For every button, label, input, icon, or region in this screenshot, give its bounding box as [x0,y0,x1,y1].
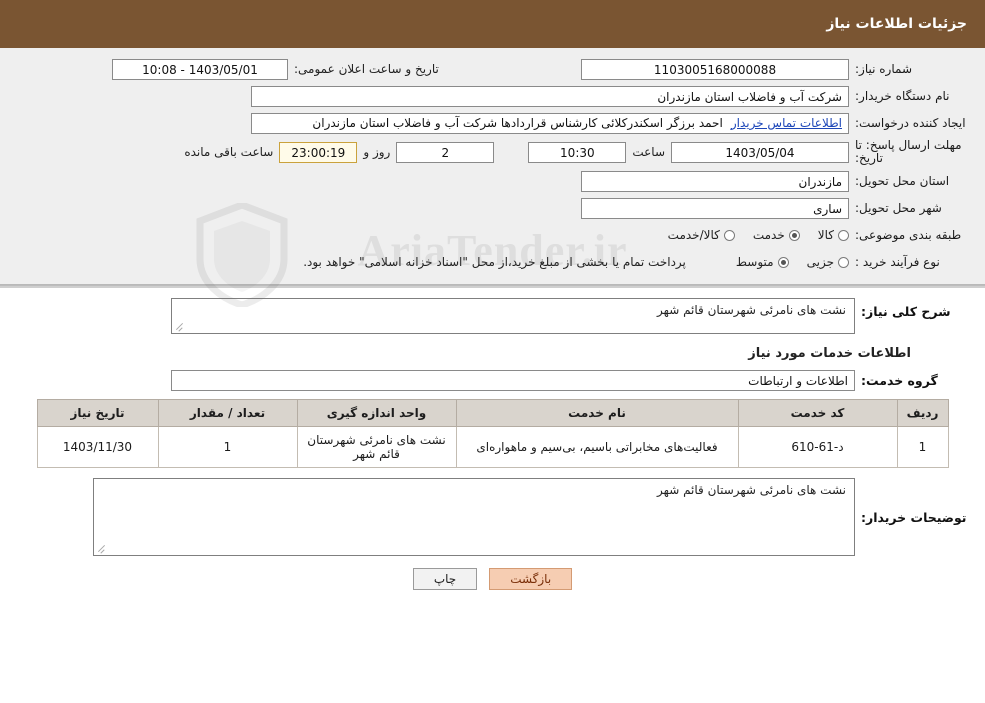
radio-icon[interactable] [838,256,849,268]
col-date: تاریخ نیاز [36,399,159,427]
category-label: طبقه بندی موضوعی: [855,228,962,242]
city-value: ساری [581,197,849,219]
row-requester: ایجاد کننده درخواست: اطلاعات تماس خریدار… [12,112,973,134]
row-buyer-org: نام دستگاه خریدار: شرکت آب و فاضلاب استا… [12,85,973,107]
summary-value: نشت های نامرئی شهرستان قائم شهر [657,303,846,317]
hour-label: ساعت [632,145,665,159]
table-row: 1 د-61-610 فعالیت‌های مخابراتی باسیم، بی… [36,426,949,468]
buyer-contact-link[interactable]: اطلاعات تماس خریدار [731,114,842,133]
radio-category-1[interactable]: خدمت [753,228,800,242]
requester-label: ایجاد کننده درخواست: [855,116,966,130]
row-city: شهر محل تحویل: ساری [12,197,973,219]
process-label: نوع فرآیند خرید : [855,255,940,269]
cell-qty: 1 [157,426,298,468]
radio-category-0[interactable]: کالا [818,228,849,242]
province-label: استان محل تحویل: [855,174,950,188]
row-buyer-notes: توضیحات خریدار: نشت های نامرئی شهرستان ق… [12,478,973,556]
announce-datetime-label: تاریخ و ساعت اعلان عمومی: [294,62,439,76]
need-number-label: شماره نیاز: [855,62,912,76]
summary-textarea[interactable]: نشت های نامرئی شهرستان قائم شهر [171,298,855,334]
deadline-time-value: 10:30 [528,141,627,163]
radio-category-2[interactable]: کالا/خدمت [668,228,735,242]
buyer-notes-textarea[interactable]: نشت های نامرئی شهرستان قائم شهر [93,478,855,556]
page-title: جزئیات اطلاعات نیاز [826,16,967,32]
table-header-row: ردیف کد خدمت نام خدمت واحد اندازه گیری ت… [36,399,949,427]
row-service-group: گروه خدمت: اطلاعات و ارتباطات [12,369,973,391]
cell-code: د-61-610 [737,426,898,468]
remaining-label: ساعت باقی مانده [184,145,274,159]
cell-date: 1403/11/30 [36,426,159,468]
radio-category-0-label: کالا [817,228,834,242]
back-button[interactable]: بازگشت [489,568,573,590]
radio-process-0-label: جزیی [806,255,834,269]
radio-icon-selected[interactable] [788,229,800,241]
radio-category-1-label: خدمت [752,228,785,242]
col-unit: واحد اندازه گیری [296,399,457,427]
need-number-value: 1103005168000088 [581,58,849,80]
radio-process-1-label: متوسط [735,255,774,269]
row-category: طبقه بندی موضوعی: کالا خدمت کالا/خدمت [12,224,973,246]
cell-row: 1 [896,426,949,468]
services-table: ردیف کد خدمت نام خدمت واحد اندازه گیری ت… [36,399,949,468]
radio-icon-selected[interactable] [777,256,789,268]
resize-handle-icon[interactable] [175,321,185,331]
need-info-panel: شماره نیاز: 1103005168000088 تاریخ و ساع… [0,48,985,285]
col-name: نام خدمت [455,399,739,427]
deadline-date-value: 1403/05/04 [671,141,849,163]
province-value: مازندران [581,170,849,192]
service-group-label: گروه خدمت: [861,372,938,388]
radio-category-2-label: کالا/خدمت [667,228,720,242]
requester-value-box: اطلاعات تماس خریدار احمد برزگر اسکندرکلا… [251,112,849,134]
process-note: پرداخت تمام یا بخشی از مبلغ خرید،از محل … [303,255,686,269]
print-button[interactable]: چاپ [412,568,478,590]
buyer-org-value: شرکت آب و فاضلاب استان مازندران [251,85,849,107]
buyer-notes-value: نشت های نامرئی شهرستان قائم شهر [657,483,846,497]
cell-name: فعالیت‌های مخابراتی باسیم، بی‌سیم و ماهو… [455,426,739,468]
row-need-number: شماره نیاز: 1103005168000088 تاریخ و ساع… [12,58,973,80]
row-deadline: مهلت ارسال پاسخ: تا تاریخ: 1403/05/04 سا… [12,139,973,165]
summary-label: شرح کلی نیاز: [861,304,951,319]
page-root: AriaTender.ir جزئیات اطلاعات نیاز شماره … [0,0,985,703]
row-province: استان محل تحویل: مازندران [12,170,973,192]
row-summary: شرح کلی نیاز: نشت های نامرئی شهرستان قائ… [12,298,973,334]
remaining-time-value: 23:00:19 [279,141,358,163]
buyer-org-label: نام دستگاه خریدار: [855,89,950,103]
details-section: شرح کلی نیاز: نشت های نامرئی شهرستان قائ… [0,288,985,600]
radio-process-0[interactable]: جزیی [807,255,849,269]
resize-handle-icon[interactable] [97,543,107,553]
requester-value: احمد برزگر اسکندرکلائی کارشناس قراردادها… [312,115,723,130]
days-remaining-value: 2 [396,141,495,163]
col-code: کد خدمت [737,399,898,427]
window-title-bar: جزئیات اطلاعات نیاز [0,0,985,48]
footer-buttons: بازگشت چاپ [12,568,973,590]
radio-icon[interactable] [838,229,849,241]
cell-unit: نشت های نامرئی شهرستان قائم شهر [296,426,457,468]
col-qty: تعداد / مقدار [157,399,298,427]
radio-process-1[interactable]: متوسط [736,255,789,269]
col-row: ردیف [896,399,949,427]
city-label: شهر محل تحویل: [855,201,942,215]
announce-datetime-value: 1403/05/01 - 10:08 [112,58,288,80]
days-label: روز و [363,145,391,159]
deadline-label: مهلت ارسال پاسخ: تا تاریخ: [855,138,962,165]
row-process: نوع فرآیند خرید : جزیی متوسط پرداخت تمام… [12,251,973,273]
services-section-title: اطلاعات خدمات مورد نیاز [748,346,911,361]
radio-icon[interactable] [723,229,735,241]
service-group-value: اطلاعات و ارتباطات [171,369,855,391]
buyer-notes-label: توضیحات خریدار: [861,509,967,525]
